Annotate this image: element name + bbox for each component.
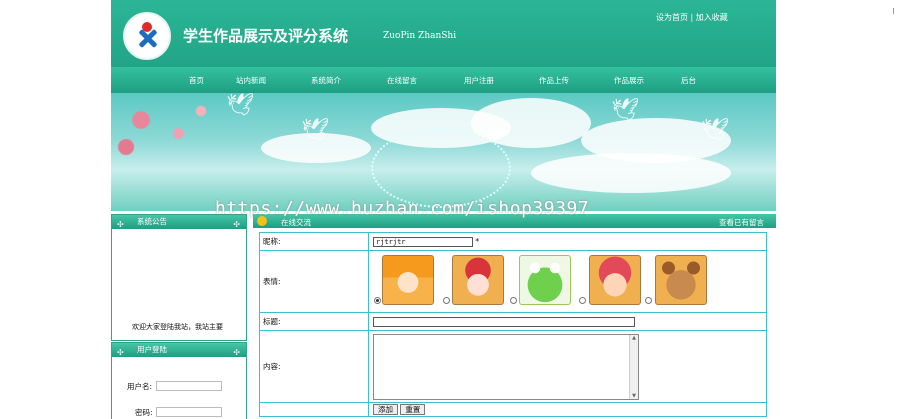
site-logo xyxy=(123,12,171,60)
form-row: 昵称: rjtrjtr * xyxy=(259,232,767,251)
nav-upload[interactable]: 作品上传 xyxy=(539,75,569,86)
password-label: 密码: xyxy=(135,408,153,417)
content-textarea[interactable]: ▲ ▼ xyxy=(373,333,639,400)
login-header: ✣ 用户登陆 ✣ xyxy=(112,343,246,357)
password-input[interactable] xyxy=(156,407,222,417)
ornament-icon: ✣ xyxy=(117,220,124,229)
content-cell: ▲ ▼ xyxy=(368,330,767,403)
face-radio-5[interactable] xyxy=(645,297,652,304)
nickname-input[interactable]: rjtrjtr xyxy=(373,236,473,247)
nav-news[interactable]: 站内新闻 xyxy=(236,75,266,86)
form-row: 添加 重置 xyxy=(259,402,767,417)
submit-button[interactable]: 添加 xyxy=(373,404,398,415)
face-2-icon[interactable] xyxy=(452,255,504,305)
required-mark: * xyxy=(475,236,480,246)
banner-image: 🕊 🕊 🕊 🕊 xyxy=(111,93,776,211)
form-row: 表情: xyxy=(259,250,767,313)
dove-icon: 🕊 xyxy=(701,118,729,143)
left-sidebar: ✣ 系统公告 ✣ 欢迎大家登陆我站，我站主要 ✣ 用户登陆 ✣ 用户名: 密码: xyxy=(111,214,247,419)
ornament-icon: ✣ xyxy=(117,348,124,357)
face-radio-3[interactable] xyxy=(510,297,517,304)
login-title: 用户登陆 xyxy=(137,345,167,354)
notice-text: 欢迎大家登陆我站，我站主要 xyxy=(132,323,223,331)
login-panel: ✣ 用户登陆 ✣ 用户名: 密码: xyxy=(111,342,247,419)
link-separator: | xyxy=(688,13,696,22)
empty-cell xyxy=(259,402,369,417)
face-radio-4[interactable] xyxy=(579,297,586,304)
face-5-icon[interactable] xyxy=(655,255,707,305)
face-cell xyxy=(368,250,767,313)
ornament-icon: ✣ xyxy=(233,220,240,229)
main-nav: 首页 站内新闻 系统简介 在线留言 用户注册 作品上传 作品展示 后台 xyxy=(111,67,776,93)
subject-cell xyxy=(368,312,767,331)
message-form: 昵称: rjtrjtr * 表情: 标题: 内容: ▲ ▼ 添加 重置 xyxy=(259,232,767,417)
message-section: 在线交流 查看已有留言 昵称: rjtrjtr * 表情: 标题: 内容: ▲ … xyxy=(253,214,776,419)
nav-works[interactable]: 作品展示 xyxy=(614,75,644,86)
dove-icon: 🕊 xyxy=(226,93,254,118)
subject-label: 标题: xyxy=(259,312,369,331)
nav-intro[interactable]: 系统简介 xyxy=(311,75,341,86)
textarea-scrollbar[interactable]: ▲ ▼ xyxy=(629,334,638,399)
site-title: 学生作品展示及评分系统 xyxy=(183,27,349,45)
scroll-down-icon[interactable]: ▼ xyxy=(630,393,638,399)
watermark-text: https://www.huzhan.com/ishop39397 xyxy=(215,198,590,219)
notice-panel: ✣ 系统公告 ✣ 欢迎大家登陆我站，我站主要 xyxy=(111,214,247,341)
form-row: 内容: ▲ ▼ xyxy=(259,330,767,403)
face-1-icon[interactable] xyxy=(382,255,434,305)
buttons-cell: 添加 重置 xyxy=(368,402,767,417)
nickname-cell: rjtrjtr * xyxy=(368,232,767,251)
site-container: 学生作品展示及评分系统 ZuoPin ZhanShi 设为首页 | 加入收藏 首… xyxy=(111,0,776,419)
face-label: 表情: xyxy=(259,250,369,313)
face-radio-2[interactable] xyxy=(443,297,450,304)
ornament-icon: ✣ xyxy=(233,348,240,357)
subject-input[interactable] xyxy=(373,316,635,327)
face-radio-1[interactable] xyxy=(374,297,381,304)
sparkle-heart xyxy=(371,128,511,208)
dove-icon: 🕊 xyxy=(301,118,329,143)
nickname-label: 昵称: xyxy=(259,232,369,251)
username-label: 用户名: xyxy=(127,382,153,391)
add-favorite-link[interactable]: 加入收藏 xyxy=(696,13,728,22)
nav-home[interactable]: 首页 xyxy=(189,75,204,86)
top-links: 设为首页 | 加入收藏 xyxy=(656,12,728,23)
page-scrollbar[interactable] xyxy=(893,8,896,14)
site-subtitle: ZuoPin ZhanShi xyxy=(383,31,457,41)
face-4-icon[interactable] xyxy=(589,255,641,305)
dove-icon: 🕊 xyxy=(611,98,639,123)
nav-register[interactable]: 用户注册 xyxy=(464,75,494,86)
notice-title: 系统公告 xyxy=(137,217,167,226)
reset-button[interactable]: 重置 xyxy=(400,404,426,415)
username-input[interactable] xyxy=(156,381,222,391)
face-3-icon[interactable] xyxy=(519,255,571,305)
content-label: 内容: xyxy=(259,330,369,403)
set-homepage-link[interactable]: 设为首页 xyxy=(656,13,688,22)
form-row: 标题: xyxy=(259,312,767,331)
scroll-up-icon[interactable]: ▲ xyxy=(630,335,638,341)
page: 学生作品展示及评分系统 ZuoPin ZhanShi 设为首页 | 加入收藏 首… xyxy=(0,0,900,419)
nav-admin[interactable]: 后台 xyxy=(681,75,696,86)
nav-message[interactable]: 在线留言 xyxy=(387,75,417,86)
site-header: 学生作品展示及评分系统 ZuoPin ZhanShi 设为首页 | 加入收藏 xyxy=(111,0,776,67)
view-messages-link[interactable]: 查看已有留言 xyxy=(719,217,764,228)
